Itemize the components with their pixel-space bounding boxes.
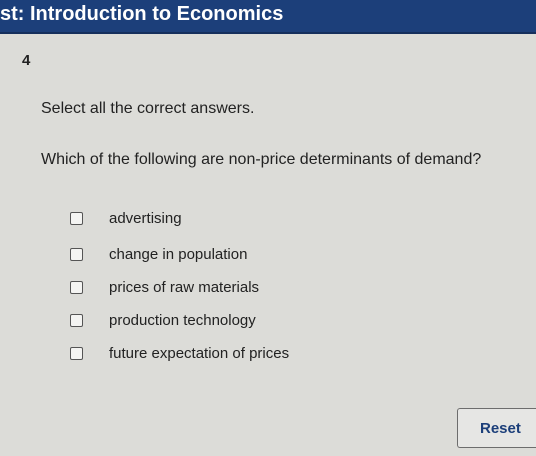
answer-choice-prices-of-raw-materials[interactable]: prices of raw materials: [70, 276, 259, 298]
course-title: st: Introduction to Economics: [0, 3, 284, 25]
answer-choice-change-in-population[interactable]: change in population: [70, 243, 247, 265]
question-instruction: Select all the correct answers.: [41, 100, 255, 117]
checkbox[interactable]: [70, 247, 83, 261]
checkbox[interactable]: [70, 346, 83, 360]
answer-choice-advertising[interactable]: advertising: [70, 207, 182, 229]
checkbox[interactable]: [70, 313, 83, 327]
choice-label: prices of raw materials: [109, 278, 260, 296]
question-number: 4: [22, 52, 31, 69]
choice-label: production technology: [109, 311, 256, 329]
header-bar: st: Introduction to Economics: [0, 0, 536, 34]
choice-label: advertising: [109, 209, 182, 227]
answer-choice-production-technology[interactable]: production technology: [70, 309, 256, 331]
checkbox[interactable]: [70, 280, 83, 294]
reset-button[interactable]: Reset: [457, 408, 536, 448]
answer-choice-future-expectation-of-prices[interactable]: future expectation of prices: [70, 342, 289, 364]
choice-label: change in population: [109, 245, 248, 263]
choice-label: future expectation of prices: [109, 344, 290, 362]
question-prompt: Which of the following are non-price det…: [41, 151, 482, 168]
checkbox[interactable]: [70, 211, 83, 225]
